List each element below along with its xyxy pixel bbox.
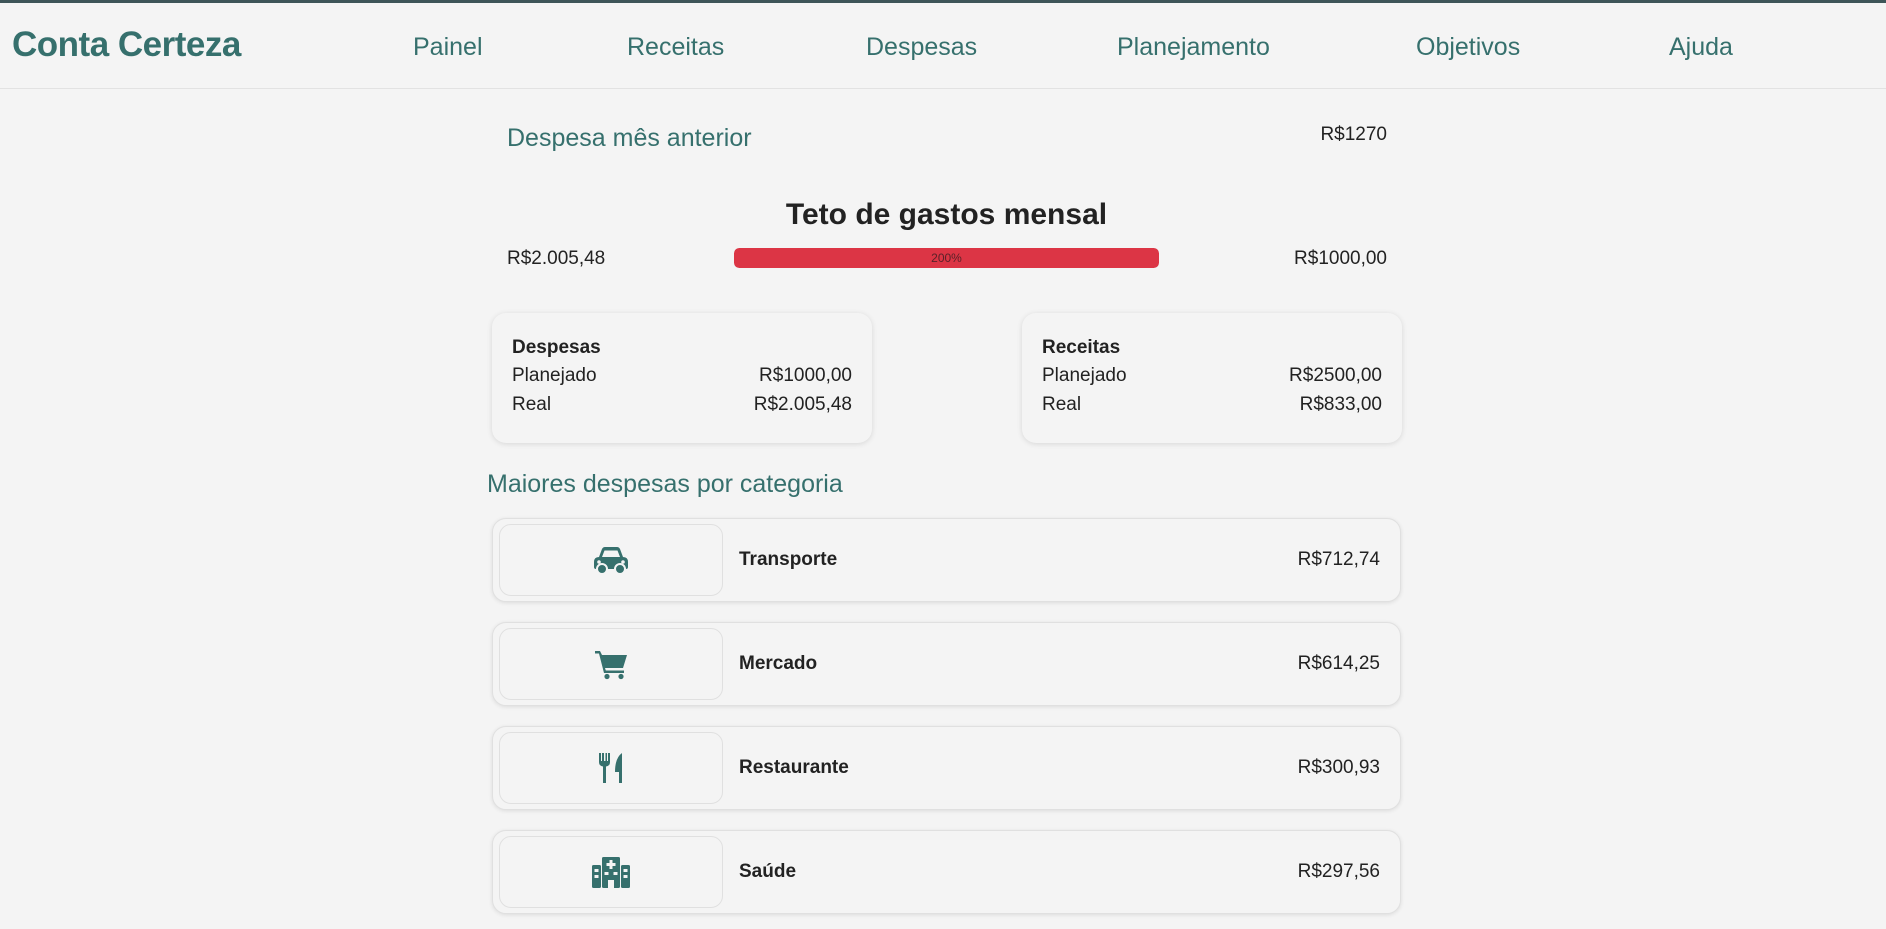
spending-progress-bar: 200%: [734, 248, 1159, 268]
category-value: R$614,25: [1297, 653, 1380, 674]
category-value: R$297,56: [1297, 861, 1380, 882]
previous-month-value: R$1270: [1320, 124, 1387, 145]
category-value: R$300,93: [1297, 757, 1380, 778]
category-icon-box: [499, 732, 723, 804]
category-icon-box: [499, 836, 723, 908]
previous-month-label: Despesa mês anterior: [507, 124, 752, 152]
expenses-planned-value: R$1000,00: [759, 365, 852, 386]
category-name: Mercado: [739, 653, 818, 674]
category-card-mercado[interactable]: Mercado R$614,25: [492, 622, 1401, 706]
expenses-summary-card: Despesas Planejado R$1000,00 Real R$2.00…: [492, 313, 872, 443]
category-value: R$712,74: [1297, 549, 1380, 570]
expenses-real-value: R$2.005,48: [753, 394, 852, 415]
expenses-planned-row: Planejado R$1000,00: [512, 365, 852, 387]
shopping-cart-icon: [593, 648, 629, 680]
category-name: Saúde: [739, 861, 797, 882]
income-planned-label: Planejado: [1042, 365, 1127, 386]
income-planned-value: R$2500,00: [1289, 365, 1382, 386]
top-categories-title: Maiores despesas por categoria: [487, 470, 843, 498]
income-real-row: Real R$833,00: [1042, 394, 1382, 416]
spending-ceiling-limit: R$1000,00: [1294, 248, 1387, 269]
category-card-restaurante[interactable]: Restaurante R$300,93: [492, 726, 1401, 810]
income-real-value: R$833,00: [1299, 394, 1382, 415]
income-summary-card: Receitas Planejado R$2500,00 Real R$833,…: [1022, 313, 1402, 443]
spending-ceiling-spent: R$2.005,48: [507, 248, 606, 269]
income-real-label: Real: [1042, 394, 1082, 415]
category-name: Restaurante: [739, 757, 849, 778]
category-icon-box: [499, 628, 723, 700]
category-card-transporte[interactable]: Transporte R$712,74: [492, 518, 1401, 602]
hospital-icon: [591, 856, 631, 888]
expenses-summary-title: Despesas: [512, 337, 601, 358]
category-card-saude[interactable]: Saúde R$297,56: [492, 830, 1401, 914]
income-planned-row: Planejado R$2500,00: [1042, 365, 1382, 387]
spending-ceiling-title: Teto de gastos mensal: [785, 198, 1108, 231]
utensils-icon: [596, 752, 626, 784]
expenses-real-label: Real: [512, 394, 552, 415]
expenses-real-row: Real R$2.005,48: [512, 394, 852, 416]
dashboard-content: Despesa mês anterior R$1270 Teto de gast…: [0, 0, 1886, 929]
category-name: Transporte: [739, 549, 838, 570]
income-summary-title: Receitas: [1042, 337, 1121, 358]
car-icon: [591, 545, 631, 575]
spending-progress-fill: 200%: [734, 248, 1159, 268]
category-icon-box: [499, 524, 723, 596]
expenses-planned-label: Planejado: [512, 365, 597, 386]
